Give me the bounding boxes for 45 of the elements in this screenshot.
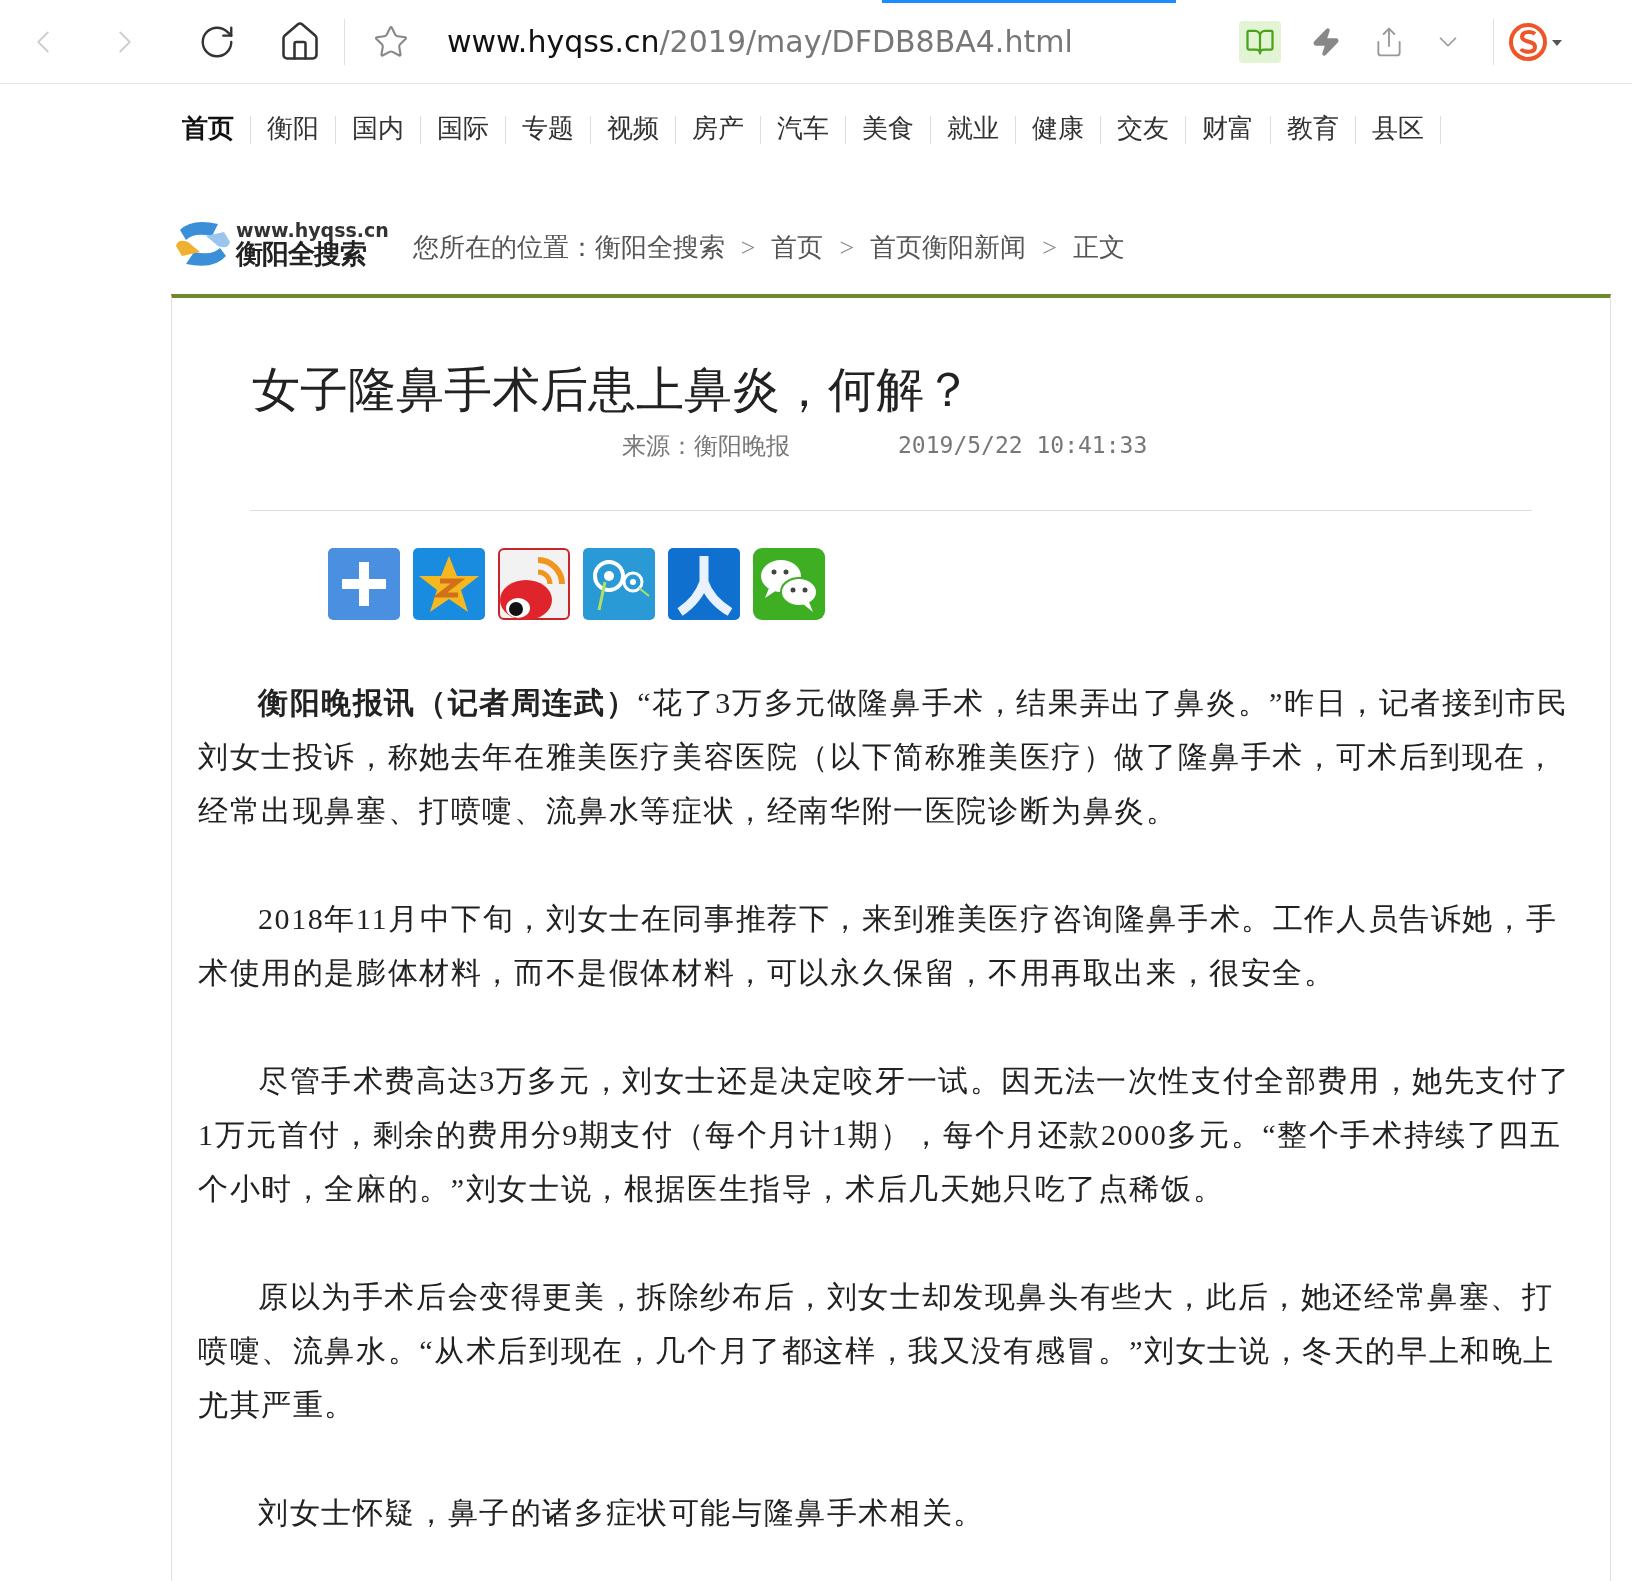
article-paragraph: 2018年11月中下旬，刘女士在同事推荐下，来到雅美医疗咨询隆鼻手术。工作人员告诉她，手术使用的是膨体材料，而不是假体材料，可以永久保留，不用再取出来，很安全。 (198, 901, 1559, 991)
breadcrumb-separator: > (740, 231, 756, 264)
reading-mode-button[interactable] (1239, 20, 1281, 63)
nav-link[interactable]: 教育 (1285, 112, 1341, 146)
bookmark-star-icon[interactable] (373, 23, 409, 60)
nav-link[interactable]: 国内 (350, 112, 406, 146)
nav-link[interactable]: 汽车 (775, 112, 831, 146)
nav-link[interactable]: 就业 (945, 112, 1001, 146)
logo-name: 衡阳全搜索 (236, 240, 366, 267)
nav-link[interactable]: 交友 (1115, 112, 1171, 146)
article-paragraph: 原以为手术后会变得更美，拆除纱布后，刘女士却发现鼻头有些大，此后，她还经常鼻塞、打喷嚏、流鼻水。“从术后到现在，几个月了都这样，我又没有感冒。”刘女士说，冬天的早上和晚上尤其严重。 (198, 1279, 1557, 1423)
url-host: www.hyqss.cn (447, 23, 660, 61)
breadcrumb-link[interactable]: 首页 (771, 227, 824, 267)
plus-icon[interactable] (328, 548, 400, 620)
article-title: 女子隆鼻手术后患上鼻炎，何解？ (252, 360, 973, 418)
breadcrumb-link[interactable]: 正文 (1072, 227, 1125, 267)
wechat-icon[interactable] (753, 548, 825, 620)
nav-link[interactable]: 美食 (860, 112, 916, 146)
renren-icon[interactable] (668, 548, 740, 620)
sogou-logo-icon[interactable] (1508, 21, 1564, 62)
breadcrumb-separator: > (1042, 231, 1057, 264)
nav-link[interactable]: 国际 (435, 112, 491, 146)
address-bar[interactable]: www.hyqss.cn/2019/may/DFDB8BA4.html (447, 19, 1227, 64)
logo-domain: www.hyqss.cn (236, 221, 389, 240)
nav-link[interactable]: 视频 (605, 112, 661, 146)
nav-link[interactable]: 专题 (520, 112, 576, 146)
tencent-weibo-icon[interactable] (583, 548, 655, 620)
breadcrumb-link[interactable]: 衡阳全搜索 (594, 227, 725, 267)
article-date: 2019/5/22 10:41:33 (898, 431, 1148, 460)
nav-link[interactable]: 县区 (1370, 112, 1426, 146)
article-paragraph: 尽管手术费高达3万多元，刘女士还是决定咬牙一试。因无法一次性支付全部费用，她先支付了1万元首付，剩余的费用分9期支付（每个月计1期），每个月还款2000多元。“整个手术持续了四五个小时，全麻的。”刘女士说，根据医生指导，术后几天她只吃了点稀饭。 (198, 1063, 1572, 1207)
breadcrumb-separator: > (839, 231, 855, 264)
article-paragraph: 衡阳晚报讯（记者周连武）“花了3万多元做隆鼻手术，结果弄出了鼻炎。”昨日，记者接到市民刘女士投诉，称她去年在雅美医疗美容医院（以下简称雅美医疗）做了隆鼻手术，可术后到现在，经常出现鼻塞、打喷嚏、流鼻水等症状，经南华附一医院诊断为鼻炎。 (198, 685, 1570, 829)
article-paragraph: 刘女士怀疑，鼻子的诸多症状可能与隆鼻手术相关。 (257, 1495, 986, 1531)
nav-link[interactable]: 首页 (180, 112, 236, 146)
lightning-icon[interactable] (1311, 26, 1341, 57)
weibo-icon[interactable] (498, 548, 570, 620)
nav-link[interactable]: 房产 (690, 112, 746, 146)
breadcrumb-link[interactable]: 首页衡阳新闻 (870, 227, 1027, 267)
nav-link[interactable]: 健康 (1030, 112, 1086, 146)
breadcrumb-label: 您所在的位置： (412, 231, 595, 264)
nav-link[interactable]: 衡阳 (265, 112, 321, 146)
url-path: /2019/may/DFDB8BA4.html (659, 23, 1073, 61)
article-source: 来源：衡阳晚报 (622, 432, 790, 461)
nav-link[interactable]: 财富 (1200, 112, 1256, 146)
